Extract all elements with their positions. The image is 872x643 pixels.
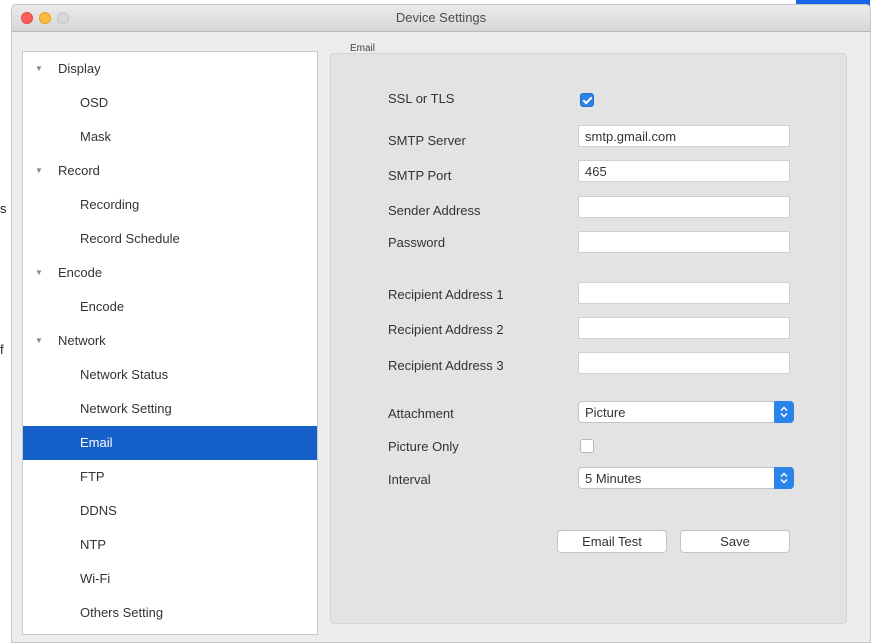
ssl-tls-checkbox[interactable] [580,93,594,107]
tree-item-label: Others Setting [80,605,164,620]
tree-item-wifi[interactable]: Wi-Fi [23,562,317,596]
tree-item-label: Email [80,435,113,450]
recipient-address-2-label: Recipient Address 2 [388,322,504,337]
attachment-selected-value: Picture [585,405,626,420]
smtp-port-label: SMTP Port [388,168,452,183]
tree-item-osd[interactable]: OSD [23,86,317,120]
tree-item-network-setting[interactable]: Network Setting [23,392,317,426]
tree-item-ftp[interactable]: FTP [23,460,317,494]
title-bar[interactable]: Device Settings [12,5,870,32]
tree-group-encode[interactable]: ▼ Encode [23,256,317,290]
disclosure-triangle-icon[interactable]: ▼ [35,256,43,290]
tree-item-label: Network Status [80,367,169,382]
recipient-address-3-label: Recipient Address 3 [388,358,504,373]
disclosure-triangle-icon[interactable]: ▼ [35,154,43,188]
tree-item-record-schedule[interactable]: Record Schedule [23,222,317,256]
tree-item-label: Record [58,163,100,178]
window-title: Device Settings [395,10,487,25]
sender-address-label: Sender Address [388,203,481,218]
tree-item-ntp[interactable]: NTP [23,528,317,562]
interval-select[interactable]: 5 Minutes [578,467,794,489]
interval-selected-value: 5 Minutes [585,471,642,486]
recipient-address-1-input[interactable] [578,282,790,304]
tree-item-label: OSD [80,95,109,110]
tree-item-label: Network Setting [80,401,172,416]
ssl-tls-label: SSL or TLS [388,91,455,106]
tree-item-label: Display [58,61,101,76]
tree-item-encode[interactable]: Encode [23,290,317,324]
attachment-select[interactable]: Picture [578,401,794,423]
tree-item-label: Recording [80,197,140,212]
tree-item-others-setting[interactable]: Others Setting [23,596,317,630]
tree-group-record[interactable]: ▼ Record [23,154,317,188]
tree-group-display[interactable]: ▼ Display [23,52,317,86]
tree-group-network[interactable]: ▼ Network [23,324,317,358]
recipient-address-3-input[interactable] [578,352,790,374]
select-chevron-icon[interactable] [774,401,794,423]
disclosure-triangle-icon[interactable]: ▼ [35,324,43,358]
recipient-address-2-input[interactable] [578,317,790,339]
picture-only-checkbox[interactable] [580,439,594,453]
recipient-address-1-label: Recipient Address 1 [388,287,504,302]
tree-item-label: NTP [80,537,106,552]
edge-text-fragment: f [0,342,4,357]
password-input[interactable] [578,231,790,253]
tree-item-label: FTP [80,469,105,484]
tree-item-label: Encode [80,299,125,314]
smtp-server-input[interactable]: smtp.gmail.com [578,125,790,147]
select-chevron-icon[interactable] [774,467,794,489]
email-test-button[interactable]: Email Test [557,530,667,553]
tree-item-ddns[interactable]: DDNS [23,494,317,528]
tree-item-email[interactable]: Email [23,426,317,460]
tree-item-recording[interactable]: Recording [23,188,317,222]
smtp-port-input[interactable]: 465 [578,160,790,182]
attachment-label: Attachment [388,406,454,421]
save-button[interactable]: Save [680,530,790,553]
disclosure-triangle-icon[interactable]: ▼ [35,52,43,86]
tree-item-label: Network [58,333,106,348]
interval-label: Interval [388,472,431,487]
edge-text-fragment: s [0,201,7,216]
tree-item-label: DDNS [80,503,117,518]
tree-item-label: Encode [58,265,103,280]
tree-item-label: Wi-Fi [80,571,111,586]
smtp-server-label: SMTP Server [388,133,466,148]
tree-item-label: Mask [80,129,112,144]
picture-only-label: Picture Only [388,439,459,454]
password-label: Password [388,235,446,250]
sender-address-input[interactable] [578,196,790,218]
tree-item-mask[interactable]: Mask [23,120,317,154]
tree-item-label: Record Schedule [80,231,180,246]
settings-tree-sidebar: ▼ Display OSD Mask ▼ Record Recording Re… [22,51,318,635]
tree-item-network-status[interactable]: Network Status [23,358,317,392]
